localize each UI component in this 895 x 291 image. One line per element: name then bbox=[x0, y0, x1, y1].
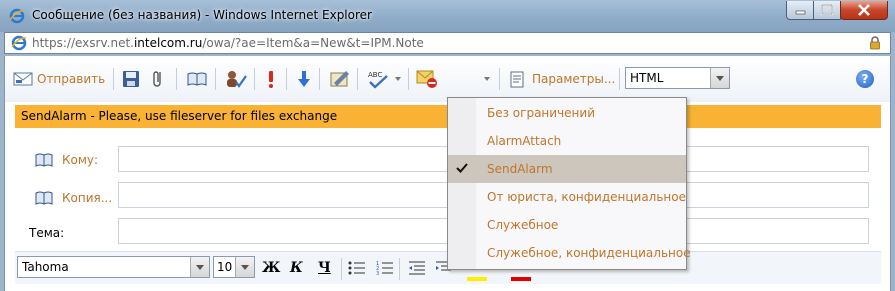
cc-button[interactable]: Копия... bbox=[62, 191, 112, 205]
toolbar-separator bbox=[319, 68, 320, 90]
highlight-color-swatch[interactable] bbox=[467, 277, 487, 281]
window-title: Сообщение (без названия) - Windows Inter… bbox=[32, 8, 372, 22]
lock-icon[interactable] bbox=[869, 36, 881, 50]
chevron-down-icon[interactable] bbox=[710, 68, 729, 88]
help-icon[interactable]: ? bbox=[856, 70, 874, 88]
send-button[interactable]: Отправить bbox=[11, 68, 107, 90]
menu-item-internal[interactable]: Служебное bbox=[448, 211, 686, 239]
format-select-value: HTML bbox=[630, 71, 664, 85]
checkmark-icon bbox=[456, 163, 468, 173]
spell-check-icon[interactable]: ABC bbox=[366, 68, 390, 90]
minimize-icon bbox=[795, 10, 806, 15]
toolbar-separator bbox=[357, 68, 358, 90]
spell-check-dropdown-icon[interactable] bbox=[395, 77, 401, 81]
url-text[interactable]: https://exsrv.net.intelcom.ru/owa/?ae=It… bbox=[32, 36, 424, 50]
bullet-list-icon[interactable] bbox=[348, 260, 366, 276]
font-select[interactable]: Tahoma bbox=[17, 256, 210, 278]
save-icon[interactable] bbox=[122, 68, 140, 90]
subject-label: Тема: bbox=[29, 226, 65, 240]
high-importance-icon[interactable] bbox=[263, 68, 279, 90]
menu-item-from-lawyer-confidential[interactable]: От юриста, конфиденциальное bbox=[448, 183, 686, 211]
menu-item-label: Служебное, конфиденциальное bbox=[487, 246, 691, 260]
menu-item-internal-confidential[interactable]: Служебное, конфиденциальное bbox=[448, 239, 691, 267]
send-label: Отправить bbox=[37, 72, 106, 86]
check-names-icon[interactable] bbox=[224, 68, 248, 90]
menu-item-sendalarm[interactable]: SendAlarm bbox=[448, 155, 686, 183]
compose-toolbar: Отправить ABC Параметры... HTML ? bbox=[5, 56, 890, 102]
maximize-icon bbox=[821, 4, 833, 15]
ie-logo-icon bbox=[9, 8, 25, 24]
attach-icon[interactable] bbox=[151, 68, 167, 90]
italic-button[interactable]: К bbox=[290, 260, 303, 276]
menu-item-label: От юриста, конфиденциальное bbox=[487, 190, 686, 204]
toolbar-separator bbox=[113, 68, 114, 90]
banner-text: SendAlarm - Please, use fileserver for f… bbox=[21, 109, 338, 123]
decrease-indent-icon[interactable] bbox=[408, 260, 426, 276]
menu-item-label: Без ограничений bbox=[487, 106, 595, 120]
svg-text:ABC: ABC bbox=[368, 71, 382, 79]
minimize-button[interactable] bbox=[786, 1, 814, 20]
close-icon bbox=[858, 4, 870, 16]
send-mail-icon bbox=[13, 72, 33, 86]
toolbar-separator bbox=[215, 68, 216, 90]
underline-button[interactable]: Ч bbox=[318, 260, 331, 276]
options-icon bbox=[510, 71, 524, 88]
bold-button[interactable]: Ж bbox=[262, 260, 280, 276]
toolbar-separator bbox=[619, 68, 620, 90]
options-label: Параметры... bbox=[532, 72, 616, 86]
address-book-icon[interactable] bbox=[35, 153, 53, 167]
window-titlebar: Сообщение (без названия) - Windows Inter… bbox=[0, 0, 895, 32]
close-window-button[interactable] bbox=[840, 1, 888, 20]
toolbar-separator bbox=[254, 68, 255, 90]
address-bar[interactable]: https://exsrv.net.intelcom.ru/owa/?ae=It… bbox=[4, 32, 891, 54]
font-color-swatch[interactable] bbox=[511, 277, 531, 281]
low-importance-icon[interactable] bbox=[296, 68, 312, 90]
to-button[interactable]: Кому: bbox=[62, 153, 98, 167]
toolbar-separator bbox=[399, 258, 400, 280]
menu-item-no-restrictions[interactable]: Без ограничений bbox=[448, 99, 686, 127]
toolbar-separator bbox=[286, 68, 287, 90]
address-book-icon[interactable] bbox=[35, 191, 53, 205]
chevron-down-icon[interactable] bbox=[190, 257, 209, 277]
sign-message-icon[interactable] bbox=[329, 68, 351, 90]
format-select[interactable]: HTML bbox=[625, 67, 730, 89]
address-book-icon[interactable] bbox=[186, 68, 208, 90]
numbered-list-icon[interactable]: 123 bbox=[376, 260, 394, 276]
permission-icon[interactable] bbox=[415, 68, 439, 90]
chevron-down-icon[interactable] bbox=[235, 257, 254, 277]
toolbar-separator bbox=[176, 68, 177, 90]
menu-item-label: Служебное bbox=[487, 218, 559, 232]
maximize-button[interactable] bbox=[813, 1, 841, 20]
font-select-value: Tahoma bbox=[22, 260, 69, 274]
menu-item-label: AlarmAttach bbox=[487, 134, 562, 148]
permission-dropdown-icon[interactable] bbox=[484, 77, 490, 81]
svg-text:3: 3 bbox=[376, 271, 379, 276]
permission-menu: Без ограничений AlarmAttach SendAlarm От… bbox=[447, 97, 691, 270]
toolbar-separator bbox=[499, 68, 500, 90]
font-size-value: 10 bbox=[217, 260, 233, 274]
ie-page-icon bbox=[11, 35, 27, 51]
menu-item-label: SendAlarm bbox=[487, 162, 553, 176]
menu-item-alarmattach[interactable]: AlarmAttach bbox=[448, 127, 686, 155]
toolbar-separator bbox=[408, 68, 409, 90]
toolbar-separator bbox=[341, 258, 342, 280]
options-button[interactable]: Параметры... bbox=[508, 68, 618, 90]
font-size-select[interactable]: 10 bbox=[213, 256, 255, 278]
